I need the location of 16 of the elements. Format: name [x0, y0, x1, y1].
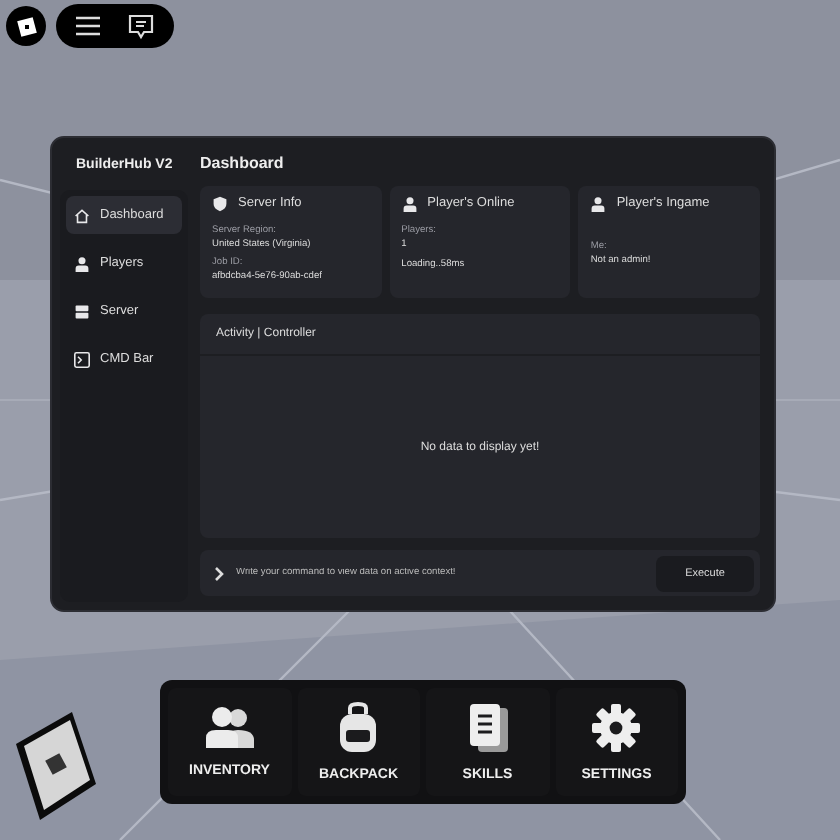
backpack-icon	[336, 702, 381, 754]
cube-drawing	[16, 712, 100, 820]
chevron-icon	[214, 565, 224, 582]
notebook-icon	[465, 702, 510, 754]
person-icon	[74, 255, 90, 271]
server-icon	[74, 303, 90, 319]
people-icon	[203, 706, 256, 750]
person-icon	[401, 195, 418, 212]
menu-icon[interactable]	[76, 16, 100, 36]
home-icon	[74, 207, 90, 223]
page-heading: Dashboard	[200, 152, 286, 176]
shield-icon	[212, 195, 228, 212]
terminal-icon	[74, 351, 90, 367]
person-icon	[590, 195, 607, 212]
chat-icon[interactable]	[128, 13, 154, 39]
settings-icon	[590, 702, 643, 754]
